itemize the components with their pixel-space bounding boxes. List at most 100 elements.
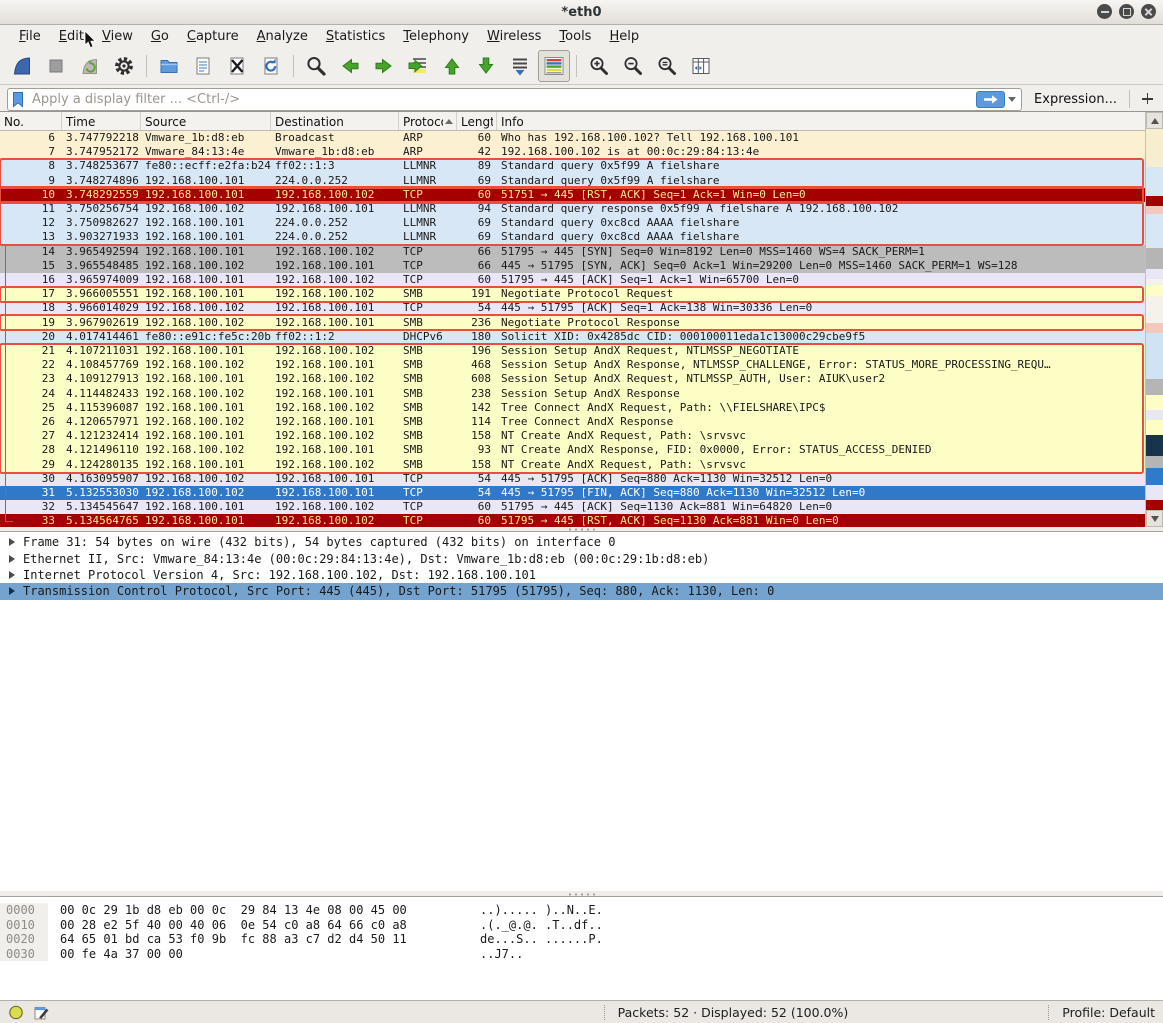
packet-row-14[interactable]: 143.965492594192.168.100.101192.168.100.… — [0, 245, 1146, 259]
menu-file[interactable]: File — [10, 27, 50, 46]
scroll-down-arrow-icon[interactable] — [1146, 510, 1163, 527]
menu-go[interactable]: Go — [142, 27, 178, 46]
cell-no: 15 — [0, 259, 62, 273]
packet-row-15[interactable]: 153.965548485192.168.100.102192.168.100.… — [0, 259, 1146, 273]
packet-row-12[interactable]: 123.750982627192.168.100.101224.0.0.252L… — [0, 216, 1146, 230]
packet-row-9[interactable]: 93.748274896192.168.100.101224.0.0.252LL… — [0, 174, 1146, 188]
scrollbar-minimap[interactable] — [1146, 129, 1163, 510]
menu-statistics[interactable]: Statistics — [317, 27, 394, 46]
filter-bookmark-icon[interactable] — [11, 91, 25, 108]
packet-row-10[interactable]: 103.748292559192.168.100.101192.168.100.… — [0, 188, 1146, 202]
stop-capture-button[interactable] — [40, 50, 72, 82]
cell-info: Tree Connect AndX Request, Path: \\FIELS… — [497, 401, 1146, 415]
column-header-destination[interactable]: Destination — [271, 112, 399, 130]
menu-analyze[interactable]: Analyze — [248, 27, 317, 46]
packet-row-20[interactable]: 204.017414461fe80::e91c:fe5c:20b…ff02::1… — [0, 330, 1146, 344]
packet-row-25[interactable]: 254.115396087192.168.100.101192.168.100.… — [0, 401, 1146, 415]
apply-filter-button[interactable] — [976, 91, 1005, 108]
packet-row-13[interactable]: 133.903271933192.168.100.101224.0.0.252L… — [0, 230, 1146, 244]
menu-capture[interactable]: Capture — [178, 27, 248, 46]
zoom-reset-button[interactable] — [651, 50, 683, 82]
reload-file-button[interactable] — [255, 50, 287, 82]
find-packet-button[interactable] — [300, 50, 332, 82]
status-bar: Packets: 52 · Displayed: 52 (100.0%) Pro… — [0, 1000, 1163, 1023]
open-file-button[interactable] — [153, 50, 185, 82]
menu-help[interactable]: Help — [600, 27, 648, 46]
hex-row-1[interactable]: 001000 28 e2 5f 40 00 40 06 0e 54 c0 a8 … — [0, 918, 1163, 933]
packet-row-18[interactable]: 183.966014029192.168.100.102192.168.100.… — [0, 301, 1146, 315]
expand-arrow-icon[interactable] — [9, 538, 15, 546]
scroll-up-arrow-icon[interactable] — [1146, 112, 1163, 129]
zoom-in-button[interactable] — [583, 50, 615, 82]
resize-columns-button[interactable] — [685, 50, 717, 82]
go-last-button[interactable] — [470, 50, 502, 82]
cell-time: 3.967902619 — [62, 316, 141, 330]
column-header-no[interactable]: No. — [0, 112, 62, 130]
colorize-button[interactable] — [538, 50, 570, 82]
menu-view[interactable]: View — [93, 27, 142, 46]
packet-row-8[interactable]: 83.748253677fe80::ecff:e2fa:b24…ff02::1:… — [0, 159, 1146, 173]
packet-row-16[interactable]: 163.965974009192.168.100.101192.168.100.… — [0, 273, 1146, 287]
menu-telephony[interactable]: Telephony — [394, 27, 478, 46]
expression-button[interactable]: Expression... — [1030, 92, 1121, 107]
restart-capture-button[interactable] — [74, 50, 106, 82]
add-filter-button[interactable] — [1138, 90, 1156, 108]
close-button[interactable] — [1141, 4, 1156, 19]
packet-list-scrollbar[interactable] — [1145, 112, 1163, 527]
find-packet-icon — [305, 55, 327, 77]
packet-row-19[interactable]: 193.967902619192.168.100.102192.168.100.… — [0, 316, 1146, 330]
column-header-time[interactable]: Time — [62, 112, 141, 130]
packet-row-23[interactable]: 234.109127913192.168.100.101192.168.100.… — [0, 372, 1146, 386]
packet-row-32[interactable]: 325.134545647192.168.100.101192.168.100.… — [0, 500, 1146, 514]
packet-row-30[interactable]: 304.163095907192.168.100.102192.168.100.… — [0, 472, 1146, 486]
packet-row-29[interactable]: 294.124280135192.168.100.101192.168.100.… — [0, 458, 1146, 472]
profile-text[interactable]: Profile: Default — [1062, 1005, 1155, 1020]
go-first-button[interactable] — [436, 50, 468, 82]
detail-row-0[interactable]: Frame 31: 54 bytes on wire (432 bits), 5… — [0, 534, 1163, 550]
column-header-info[interactable]: Info — [497, 112, 1146, 130]
filter-history-dropdown-icon[interactable] — [1008, 97, 1016, 102]
packet-row-21[interactable]: 214.107211031192.168.100.101192.168.100.… — [0, 344, 1146, 358]
zoom-out-button[interactable] — [617, 50, 649, 82]
detail-row-2[interactable]: Internet Protocol Version 4, Src: 192.16… — [0, 567, 1163, 583]
detail-row-1[interactable]: Ethernet II, Src: Vmware_84:13:4e (00:0c… — [0, 550, 1163, 566]
auto-scroll-button[interactable] — [504, 50, 536, 82]
packet-row-26[interactable]: 264.120657971192.168.100.102192.168.100.… — [0, 415, 1146, 429]
hex-offset: 0030 — [0, 947, 48, 962]
packet-row-11[interactable]: 113.750256754192.168.100.102192.168.100.… — [0, 202, 1146, 216]
packet-row-27[interactable]: 274.121232414192.168.100.101192.168.100.… — [0, 429, 1146, 443]
packet-row-28[interactable]: 284.121496110192.168.100.102192.168.100.… — [0, 443, 1146, 457]
display-filter-input[interactable] — [30, 91, 976, 108]
packet-row-24[interactable]: 244.114482433192.168.100.102192.168.100.… — [0, 387, 1146, 401]
column-header-source[interactable]: Source — [141, 112, 271, 130]
go-to-packet-button[interactable] — [402, 50, 434, 82]
column-header-protocol[interactable]: Protocol — [399, 112, 457, 130]
save-file-button[interactable] — [187, 50, 219, 82]
packet-row-7[interactable]: 73.747952172Vmware_84:13:4eVmware_1b:d8:… — [0, 145, 1146, 159]
minimize-button[interactable] — [1097, 4, 1112, 19]
packet-row-22[interactable]: 224.108457769192.168.100.102192.168.100.… — [0, 358, 1146, 372]
expert-info-icon[interactable] — [8, 1004, 24, 1020]
hex-row-0[interactable]: 000000 0c 29 1b d8 eb 00 0c 29 84 13 4e … — [0, 903, 1163, 918]
column-header-length[interactable]: Length — [457, 112, 497, 130]
maximize-button[interactable] — [1119, 4, 1134, 19]
cell-time: 3.747792218 — [62, 131, 141, 145]
expand-arrow-icon[interactable] — [9, 555, 15, 563]
start-capture-button[interactable] — [6, 50, 38, 82]
packet-row-31[interactable]: 315.132553030192.168.100.102192.168.100.… — [0, 486, 1146, 500]
capture-options-button[interactable] — [108, 50, 140, 82]
go-back-button[interactable] — [334, 50, 366, 82]
close-file-button[interactable] — [221, 50, 253, 82]
go-forward-button[interactable] — [368, 50, 400, 82]
expand-arrow-icon[interactable] — [9, 571, 15, 579]
detail-row-3[interactable]: Transmission Control Protocol, Src Port:… — [0, 583, 1163, 599]
expand-arrow-icon[interactable] — [9, 587, 15, 595]
packet-row-6[interactable]: 63.747792218Vmware_1b:d8:ebBroadcastARP6… — [0, 131, 1146, 145]
cell-time: 5.132553030 — [62, 486, 141, 500]
capture-comment-icon[interactable] — [33, 1004, 50, 1021]
hex-row-3[interactable]: 003000 fe 4a 37 00 00..J7.. — [0, 947, 1163, 962]
menu-wireless[interactable]: Wireless — [478, 27, 550, 46]
menu-tools[interactable]: Tools — [550, 27, 600, 46]
packet-row-17[interactable]: 173.966005551192.168.100.101192.168.100.… — [0, 287, 1146, 301]
hex-row-2[interactable]: 002064 65 01 bd ca 53 f0 9b fc 88 a3 c7 … — [0, 932, 1163, 947]
